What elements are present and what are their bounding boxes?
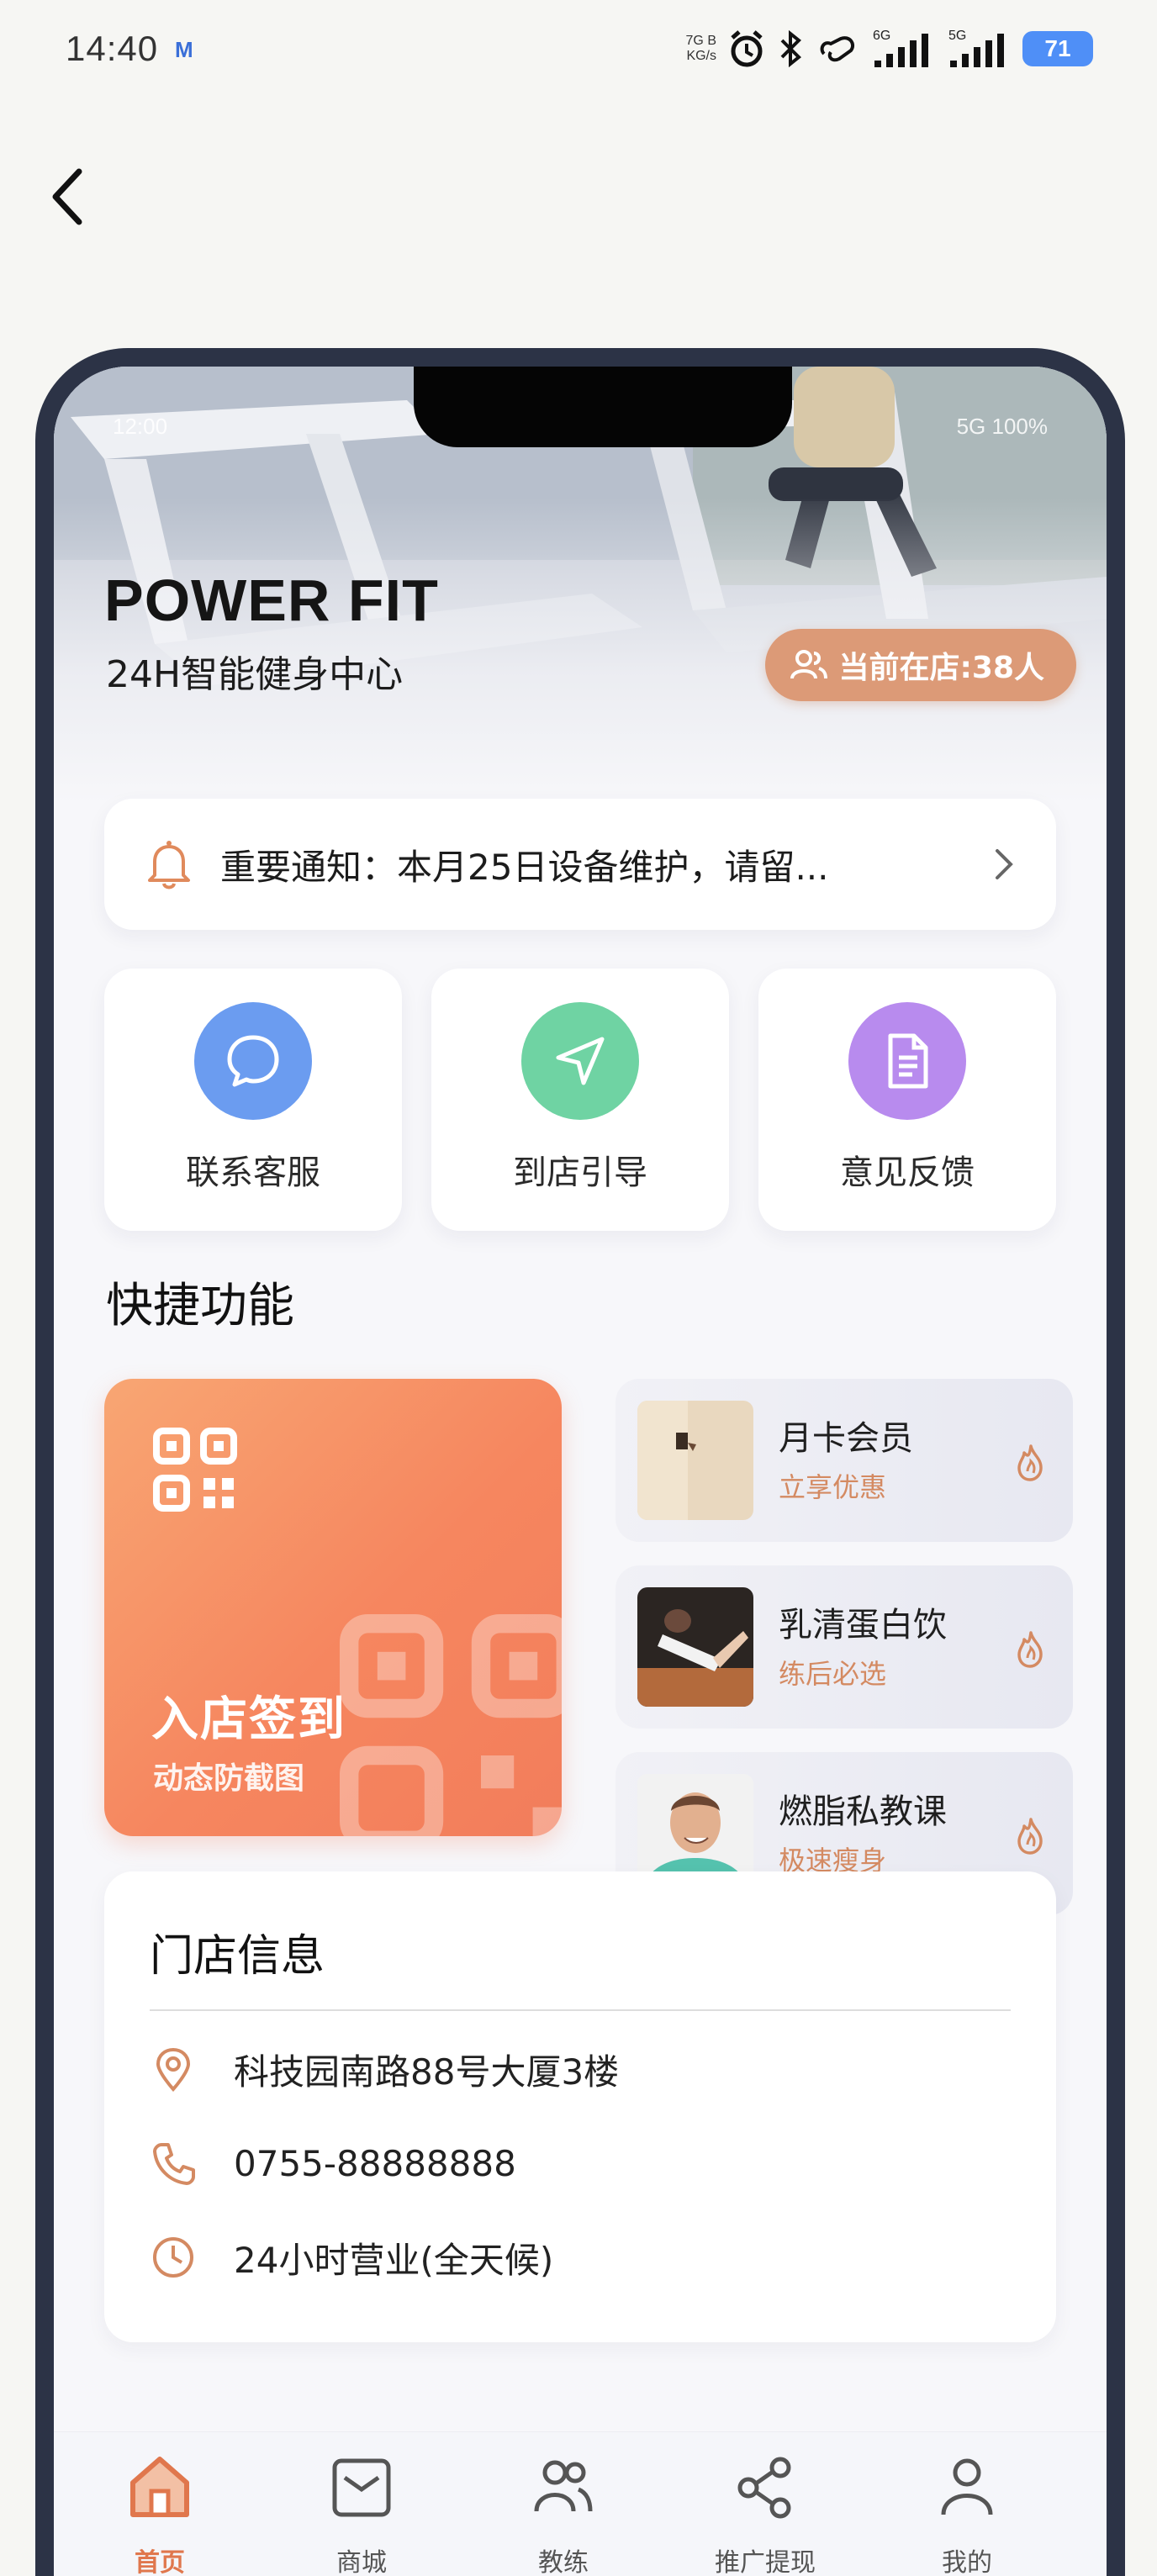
tab-promote-label: 推广提现 — [715, 2548, 816, 2576]
shop-icon — [332, 2458, 391, 2517]
notice-text: 重要通知：本月25日设备维护，请留... — [220, 846, 829, 888]
tab-coach-label: 教练 — [538, 2548, 589, 2576]
signal-strength-icon: 6G — [871, 29, 935, 69]
signal-1-label: 6G — [873, 29, 891, 43]
network-speed-unit: KG/s — [686, 49, 716, 63]
phone-notch — [414, 367, 792, 447]
clock-icon — [153, 2237, 193, 2278]
fire-icon — [1017, 1444, 1043, 1481]
bottom-tab-bar: 首页 商城 教练 推广提现 我的 — [54, 2431, 1107, 2576]
qr-code-icon — [153, 1428, 237, 1512]
back-button[interactable] — [45, 163, 96, 230]
check-in-subtitle: 动态防截图 — [153, 1761, 305, 1796]
tab-shop-label: 商城 — [336, 2548, 387, 2576]
store-address-row[interactable]: 科技园南路88号大厦3楼 — [150, 2040, 619, 2098]
membership-thumbnail — [637, 1401, 753, 1520]
brand-title: POWER FIT — [104, 567, 439, 633]
brand-subtitle: 24H智能健身中心 — [106, 653, 404, 696]
fire-icon — [1017, 1818, 1043, 1855]
store-info-title: 门店信息 — [150, 1931, 325, 1982]
phone-mockup: 12:00 5G 100% POWER FIT 24H智能健身中心 当前在店:3… — [35, 348, 1125, 2576]
store-phone-row[interactable]: 0755-88888888 — [150, 2134, 516, 2193]
network-speed-value: 7G B — [685, 34, 716, 48]
mockup-time: 12:00 — [113, 414, 168, 439]
protein-name: 乳清蛋白饮 — [779, 1606, 947, 1644]
phone-icon — [153, 2143, 195, 2185]
store-address: 科技园南路88号大厦3楼 — [234, 2051, 620, 2093]
battery-indicator: 71 — [1022, 31, 1093, 66]
feedback-card[interactable]: 意见反馈 — [758, 969, 1056, 1231]
link-icon — [817, 32, 859, 66]
tab-home[interactable]: 首页 — [59, 2432, 261, 2576]
tab-profile[interactable]: 我的 — [866, 2432, 1068, 2576]
tab-home-label: 首页 — [135, 2548, 185, 2576]
store-guide-label: 到店引导 — [513, 1153, 647, 1192]
customer-service-card[interactable]: 联系客服 — [104, 969, 402, 1231]
location-pin-icon — [156, 2047, 191, 2092]
whey-protein-item[interactable]: 乳清蛋白饮 练后必选 — [615, 1565, 1073, 1729]
membership-sub: 立享优惠 — [779, 1471, 887, 1503]
tab-shop[interactable]: 商城 — [261, 2432, 462, 2576]
profile-icon — [941, 2458, 993, 2515]
mockup-signal: 5G 100% — [956, 414, 1048, 439]
customer-service-label: 联系客服 — [186, 1153, 320, 1192]
notice-bar[interactable]: 重要通知：本月25日设备维护，请留... — [104, 799, 1056, 930]
tab-promote-withdraw[interactable]: 推广提现 — [664, 2432, 866, 2576]
qr-watermark-icon — [340, 1614, 562, 1836]
feedback-label: 意见反馈 — [840, 1153, 975, 1192]
divider — [150, 2009, 1011, 2011]
store-guide-card[interactable]: 到店引导 — [431, 969, 729, 1231]
protein-thumbnail — [637, 1587, 753, 1707]
system-time: 14:40 — [66, 29, 159, 68]
document-icon — [848, 1002, 966, 1120]
quick-functions-title: 快捷功能 — [106, 1279, 294, 1333]
fire-icon — [1017, 1631, 1043, 1668]
share-icon — [737, 2457, 791, 2519]
coach-icon — [534, 2460, 593, 2512]
occupancy-text: 当前在店:38人 — [838, 651, 1045, 685]
store-hours: 24小时营业(全天候) — [234, 2239, 554, 2281]
chat-icon — [194, 1002, 312, 1120]
protein-sub: 练后必选 — [779, 1658, 887, 1690]
store-info-card: 门店信息 科技园南路88号大厦3楼 0755-88888888 24小时营业(全… — [104, 1871, 1056, 2342]
chevron-left-icon — [52, 168, 82, 225]
home-icon — [130, 2457, 189, 2517]
tab-profile-label: 我的 — [942, 2548, 992, 2576]
check-in-card[interactable]: 入店签到 动态防截图 — [104, 1379, 562, 1836]
store-hours-row: 24小时营业(全天候) — [150, 2228, 553, 2287]
chevron-right-icon — [996, 849, 1013, 879]
tab-coach[interactable]: 教练 — [462, 2432, 664, 2576]
bell-icon — [148, 841, 190, 889]
navigate-icon — [521, 1002, 639, 1120]
signal-strength-icon: 5G — [947, 29, 1011, 69]
network-speed: 7G B KG/s — [686, 34, 716, 64]
alarm-icon — [728, 29, 765, 68]
check-in-title: 入店签到 — [151, 1692, 346, 1747]
bluetooth-icon — [777, 30, 806, 67]
monthly-membership-item[interactable]: 月卡会员 立享优惠 — [615, 1379, 1073, 1542]
signal-2-label: 5G — [948, 29, 967, 43]
notification-icon: M — [175, 37, 193, 62]
training-name: 燃脂私教课 — [779, 1792, 947, 1831]
users-icon — [790, 650, 827, 679]
system-status-bar: 14:40 M 7G B KG/s 6G 5G 71 — [0, 0, 1157, 101]
store-phone: 0755-88888888 — [234, 2142, 516, 2184]
occupancy-badge[interactable]: 当前在店:38人 — [764, 629, 1076, 701]
membership-name: 月卡会员 — [779, 1419, 913, 1458]
